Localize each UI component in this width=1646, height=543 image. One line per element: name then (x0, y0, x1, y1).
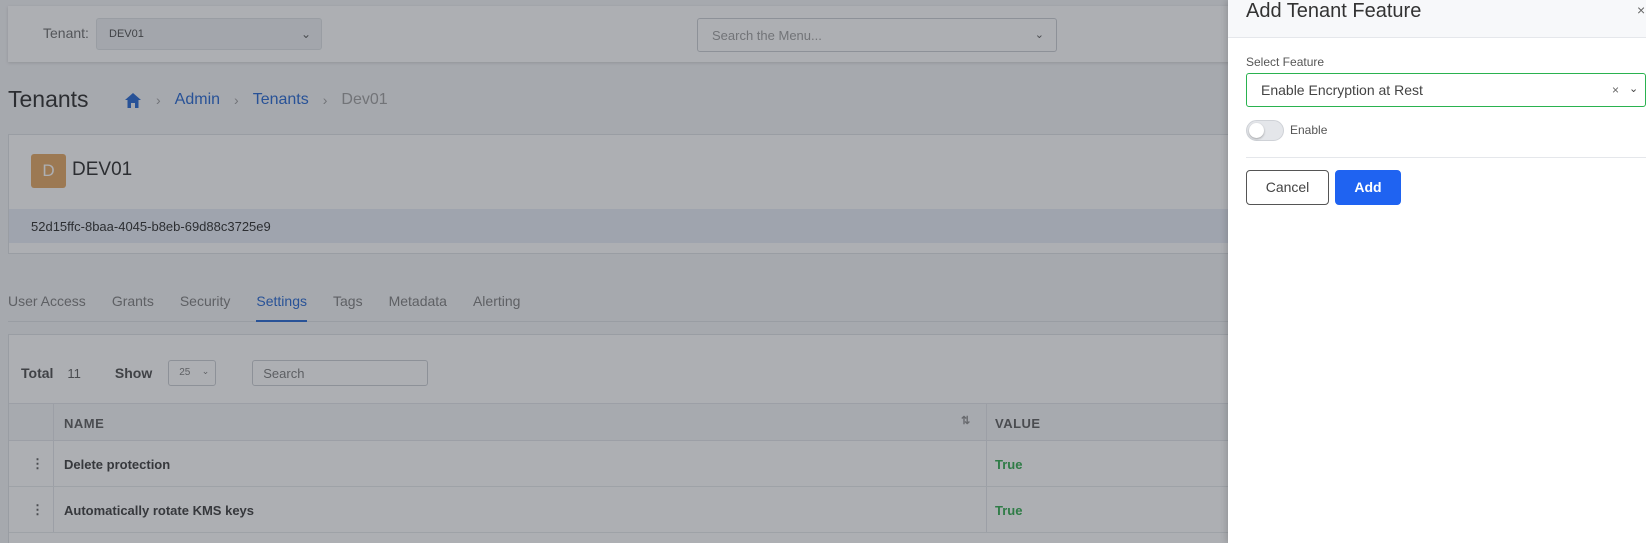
enable-toggle-label: Enable (1290, 123, 1328, 137)
divider (1246, 157, 1646, 158)
close-icon[interactable]: × (1637, 2, 1645, 18)
feature-select-value: Enable Encryption at Rest (1261, 82, 1423, 98)
enable-toggle[interactable] (1246, 120, 1284, 141)
add-tenant-feature-panel: Add Tenant Feature × Select Feature Enab… (1228, 0, 1646, 543)
cancel-button[interactable]: Cancel (1246, 170, 1329, 205)
panel-title: Add Tenant Feature (1246, 0, 1422, 22)
select-feature-label: Select Feature (1246, 55, 1325, 69)
chevron-down-icon[interactable]: ⌄ (1629, 82, 1638, 95)
toggle-knob (1249, 123, 1264, 138)
modal-backdrop[interactable] (0, 0, 1228, 543)
add-button[interactable]: Add (1335, 170, 1401, 205)
panel-header: Add Tenant Feature × (1228, 0, 1646, 38)
clear-icon[interactable]: × (1612, 83, 1619, 97)
feature-select[interactable]: Enable Encryption at Rest × ⌄ (1246, 73, 1646, 107)
